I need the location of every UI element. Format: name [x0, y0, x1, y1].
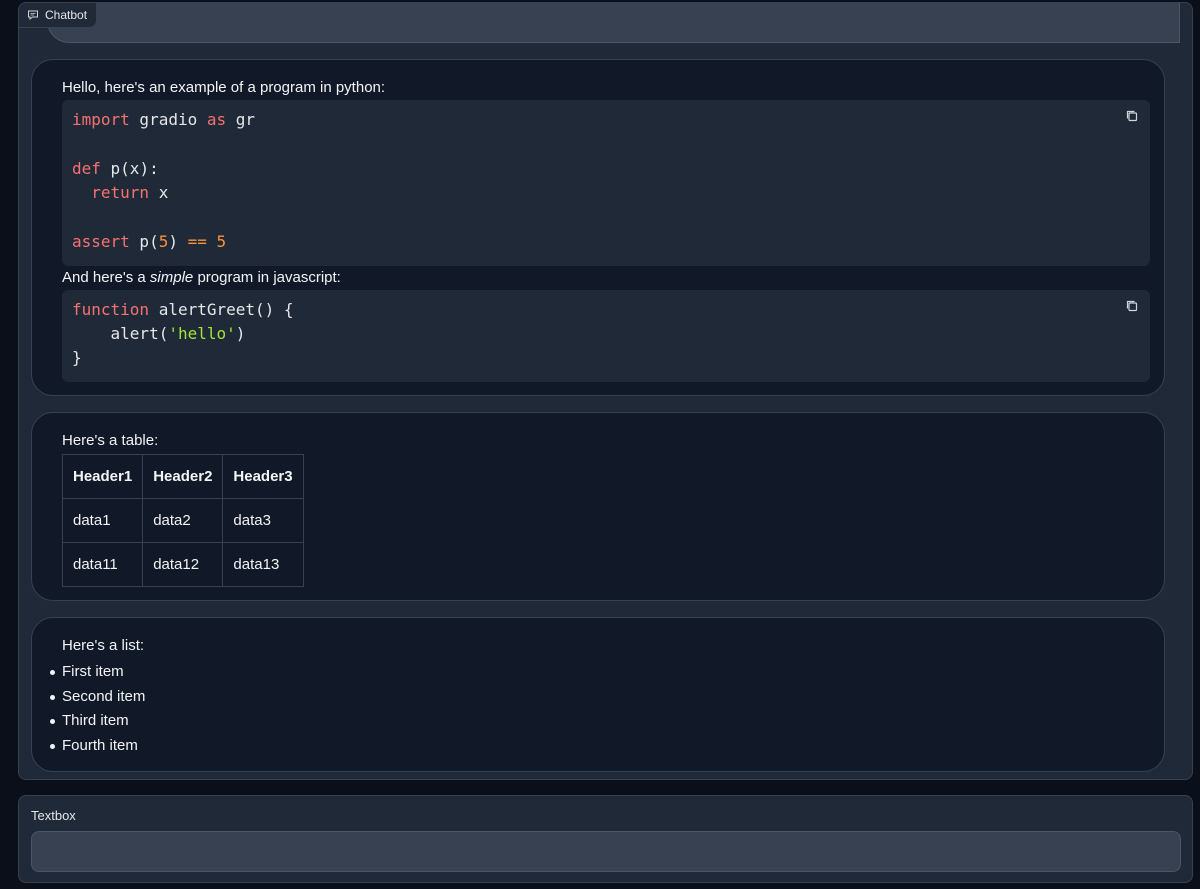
list-item: First item [49, 660, 145, 685]
bullet-list: First item Second item Third item Fourth… [49, 660, 145, 759]
code-token: 5 [216, 232, 227, 251]
code-token: p( [129, 232, 159, 251]
chatbot-label: Chatbot [19, 3, 98, 28]
copy-icon[interactable] [1124, 298, 1140, 314]
code-token: 'hello' [168, 324, 236, 343]
code-line: function alertGreet() { [72, 300, 294, 320]
table-header-cell: Header2 [142, 454, 224, 499]
code-token: def [72, 159, 101, 178]
table-cell: data12 [142, 542, 224, 587]
code-line: } [72, 348, 82, 368]
message-table: Here's a table: Header1 Header2 Header3 … [31, 412, 1165, 601]
code-token: } [72, 348, 82, 367]
previous-message-bubble [47, 3, 1180, 43]
table-header-cell: Header1 [61, 454, 144, 499]
list-item: Fourth item [49, 734, 145, 759]
message-code-examples: Hello, here's an example of a program in… [31, 59, 1165, 396]
table-cell: data13 [222, 542, 304, 587]
message-text-part: program in javascript: [193, 269, 341, 286]
code-token: gr [226, 110, 256, 129]
chatbot-label-text: Chatbot [45, 8, 88, 22]
table-header-row: Header1 Header2 Header3 [61, 454, 304, 499]
textbox-input[interactable] [31, 831, 1181, 872]
code-token: return [91, 183, 150, 202]
code-token: ) [235, 324, 246, 343]
table-cell: data2 [142, 498, 224, 543]
message-text: Here's a table: [62, 432, 159, 449]
code-token: 5 [158, 232, 169, 251]
code-token: assert [72, 232, 130, 251]
table-header-cell: Header3 [222, 454, 304, 499]
table-row: data11 data12 data13 [61, 542, 304, 587]
copy-icon[interactable] [1124, 108, 1140, 124]
code-token: x [149, 183, 169, 202]
code-line: def p(x): [72, 159, 159, 179]
chatbot-panel: Chatbot Hello, here's an example of a pr… [18, 2, 1193, 780]
textbox-panel: Textbox [18, 795, 1193, 883]
message-text-part: And here's a [62, 269, 150, 286]
table-cell: data3 [222, 498, 304, 543]
code-token: import [72, 110, 130, 129]
code-token: ) [168, 232, 188, 251]
list-item: Second item [49, 685, 145, 710]
code-token: == [187, 232, 207, 251]
code-token: alert( [72, 324, 169, 343]
list-item: Third item [49, 709, 145, 734]
code-token: function [72, 300, 150, 319]
code-line: return x [72, 183, 168, 203]
message-text-emphasis: simple [149, 269, 194, 286]
code-token: gradio [129, 110, 207, 129]
message-text: Hello, here's an example of a program in… [62, 79, 386, 96]
table-cell: data1 [61, 498, 144, 543]
code-line: import gradio as gr [72, 110, 255, 130]
table-row: data1 data2 data3 [61, 498, 304, 543]
markdown-table: Header1 Header2 Header3 data1 data2 data… [61, 454, 304, 587]
code-line: alert('hello') [72, 324, 246, 344]
javascript-code-block: function alertGreet() { alert('hello') } [62, 290, 1150, 382]
python-code-block: import gradio as gr def p(x): return x a… [62, 100, 1150, 266]
table-cell: data11 [61, 542, 144, 587]
code-line: assert p(5) == 5 [72, 232, 226, 252]
code-token: alertGreet() { [149, 300, 294, 319]
message-text: Here's a list: [62, 637, 145, 654]
message-text: And here's a simple program in javascrip… [62, 268, 341, 288]
code-token: p(x): [100, 159, 159, 178]
textbox-label: Textbox [31, 808, 76, 823]
chat-bubble-icon [27, 9, 39, 21]
code-token: as [206, 110, 227, 129]
message-list: Here's a list: First item Second item Th… [31, 617, 1165, 772]
